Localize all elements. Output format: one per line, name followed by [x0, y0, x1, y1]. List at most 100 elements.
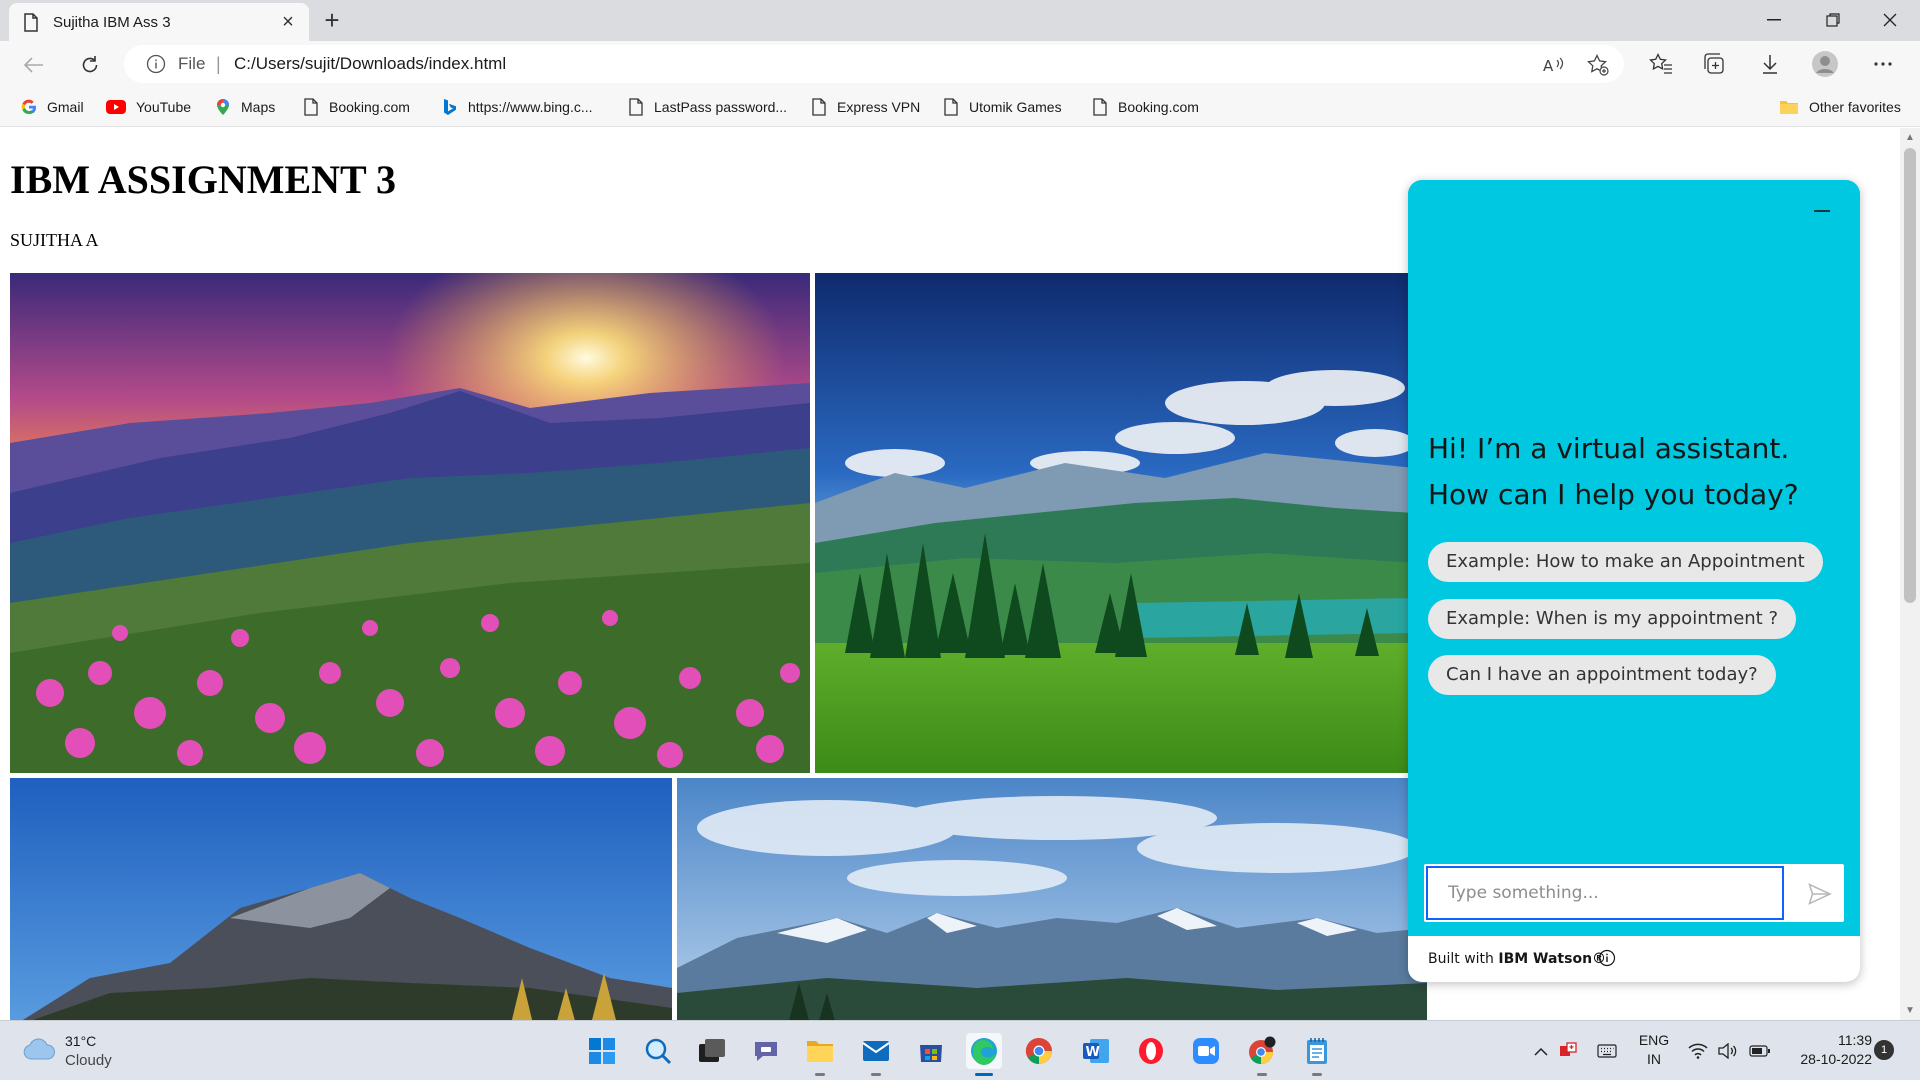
system-clock[interactable]: 11:39 28-10-2022: [1782, 1031, 1872, 1069]
wifi-icon[interactable]: [1686, 1040, 1710, 1062]
favorite-label: YouTube: [136, 99, 192, 115]
favorites-bar: Gmail YouTube Maps Booking.com https://w…: [0, 87, 1920, 127]
favorites-icon[interactable]: [1646, 49, 1676, 79]
scroll-down-arrow-icon[interactable]: ▼: [1905, 1005, 1915, 1016]
downloads-icon[interactable]: [1755, 49, 1785, 79]
page-icon: [627, 98, 645, 116]
favorite-maps[interactable]: Maps: [214, 96, 275, 118]
chat-input-area: [1424, 864, 1844, 922]
info-icon[interactable]: [1598, 949, 1616, 972]
back-arrow-icon[interactable]: [18, 49, 50, 81]
favorite-utomik[interactable]: Utomik Games: [942, 96, 1062, 118]
send-message-icon[interactable]: [1804, 878, 1836, 910]
close-window-icon[interactable]: [1862, 0, 1918, 40]
favorite-youtube[interactable]: YouTube: [105, 96, 191, 118]
cloudy-weather-icon[interactable]: [22, 1037, 56, 1066]
bing-icon: [441, 98, 459, 116]
restore-window-icon[interactable]: [1805, 0, 1861, 40]
favorite-label: Maps: [241, 99, 276, 115]
favorite-gmail[interactable]: Gmail: [20, 96, 84, 118]
profile-avatar-icon[interactable]: [1810, 49, 1840, 79]
notification-count-badge[interactable]: 1: [1874, 1040, 1894, 1060]
favorite-expressvpn[interactable]: Express VPN: [810, 96, 920, 118]
close-tab-icon[interactable]: ×: [277, 11, 299, 33]
mail-icon[interactable]: [858, 1033, 894, 1076]
page-author: SUJITHA A: [10, 230, 99, 250]
maps-pin-icon: [214, 98, 232, 116]
sunset-mountain-photo: [10, 273, 810, 773]
watson-assistant-panel: Hi! I’m a virtual assistant. How can I h…: [1408, 180, 1860, 982]
favorite-label: Gmail: [47, 99, 84, 115]
favorite-bing[interactable]: https://www.bing.c...: [441, 96, 593, 118]
favorite-booking-2[interactable]: Booking.com: [1091, 96, 1199, 118]
favorite-lastpass[interactable]: LastPass password...: [627, 96, 787, 118]
built-with-label: Built with IBM Watson®: [1428, 951, 1607, 967]
weather-temperature[interactable]: 31°C: [65, 1033, 96, 1049]
read-aloud-icon[interactable]: A: [1542, 53, 1566, 77]
windows-taskbar: 31°C Cloudy W ENG IN 11:39 28-10-2022 1: [0, 1020, 1920, 1080]
browser-toolbar: File | C:/Users/sujit/Downloads/index.ht…: [0, 41, 1920, 87]
zoom-icon[interactable]: [1188, 1033, 1224, 1069]
snowy-range-photo: [677, 778, 1427, 1020]
word-icon[interactable]: W: [1078, 1033, 1114, 1069]
start-menu-icon[interactable]: [584, 1033, 620, 1069]
address-separator: |: [216, 54, 221, 74]
page-icon: [1091, 98, 1109, 116]
suggestion-chip[interactable]: Can I have an appointment today?: [1428, 655, 1776, 695]
chat-message-input[interactable]: [1426, 866, 1784, 920]
refresh-icon[interactable]: [74, 49, 106, 81]
weather-description[interactable]: Cloudy: [65, 1052, 112, 1069]
browser-tab[interactable]: Sujitha IBM Ass 3 ×: [9, 3, 309, 41]
page-title: IBM ASSIGNMENT 3: [10, 157, 397, 202]
page-icon: [810, 98, 828, 116]
edge-browser-icon[interactable]: [966, 1033, 1002, 1076]
assistant-footer: Built with IBM Watson®: [1408, 936, 1860, 982]
page-icon: [942, 98, 960, 116]
chrome-icon[interactable]: [1021, 1033, 1057, 1069]
collections-icon[interactable]: [1700, 49, 1730, 79]
new-tab-button[interactable]: +: [318, 7, 346, 35]
volume-icon[interactable]: [1716, 1040, 1740, 1062]
tab-title: Sujitha IBM Ass 3: [53, 14, 171, 31]
minimize-window-icon[interactable]: [1746, 0, 1802, 40]
add-favorite-icon[interactable]: [1586, 53, 1610, 77]
opera-icon[interactable]: [1133, 1033, 1169, 1069]
scroll-up-arrow-icon[interactable]: ▲: [1905, 132, 1915, 143]
suggestion-chip[interactable]: Example: When is my appointment ?: [1428, 599, 1797, 639]
teams-chat-icon[interactable]: [748, 1033, 784, 1069]
address-bar[interactable]: File | C:/Users/sujit/Downloads/index.ht…: [124, 45, 1624, 83]
notepad-icon[interactable]: [1299, 1033, 1335, 1076]
favorite-label: Booking.com: [1118, 99, 1199, 115]
google-icon: [20, 98, 38, 116]
suggestion-chip[interactable]: Example: How to make an Appointment: [1428, 542, 1823, 582]
minimize-chat-icon[interactable]: [1814, 210, 1830, 212]
scheme-label: File: [178, 54, 206, 73]
favorite-label: LastPass password...: [654, 99, 788, 115]
url-text[interactable]: C:/Users/sujit/Downloads/index.html: [234, 54, 506, 74]
file-explorer-icon[interactable]: [802, 1033, 838, 1076]
more-options-icon[interactable]: [1868, 49, 1898, 79]
show-hidden-icons-icon[interactable]: [1529, 1040, 1553, 1062]
svg-text:A: A: [1543, 57, 1554, 74]
language-indicator[interactable]: ENG IN: [1636, 1031, 1672, 1069]
keyboard-icon[interactable]: [1595, 1040, 1619, 1062]
antivirus-tray-icon[interactable]: [1556, 1040, 1580, 1062]
scroll-thumb[interactable]: [1904, 148, 1916, 603]
search-icon[interactable]: [640, 1033, 676, 1069]
site-info-icon[interactable]: [146, 54, 166, 79]
microsoft-store-icon[interactable]: [913, 1033, 949, 1069]
other-favorites-label: Other favorites: [1809, 99, 1901, 115]
other-favorites[interactable]: Other favorites: [1778, 96, 1901, 118]
youtube-icon: [105, 98, 127, 116]
page-icon: [23, 13, 39, 37]
favorite-booking[interactable]: Booking.com: [302, 96, 410, 118]
favorite-label: Booking.com: [329, 99, 410, 115]
green-valley-photo: [815, 273, 1415, 773]
page-scrollbar[interactable]: ▲ ▼: [1900, 128, 1920, 1020]
page-icon: [302, 98, 320, 116]
battery-icon[interactable]: [1748, 1040, 1772, 1062]
chrome-profile-icon[interactable]: [1244, 1033, 1280, 1076]
task-view-icon[interactable]: [694, 1033, 730, 1069]
rocky-peak-photo: [10, 778, 672, 1020]
favorite-label: Express VPN: [837, 99, 921, 115]
